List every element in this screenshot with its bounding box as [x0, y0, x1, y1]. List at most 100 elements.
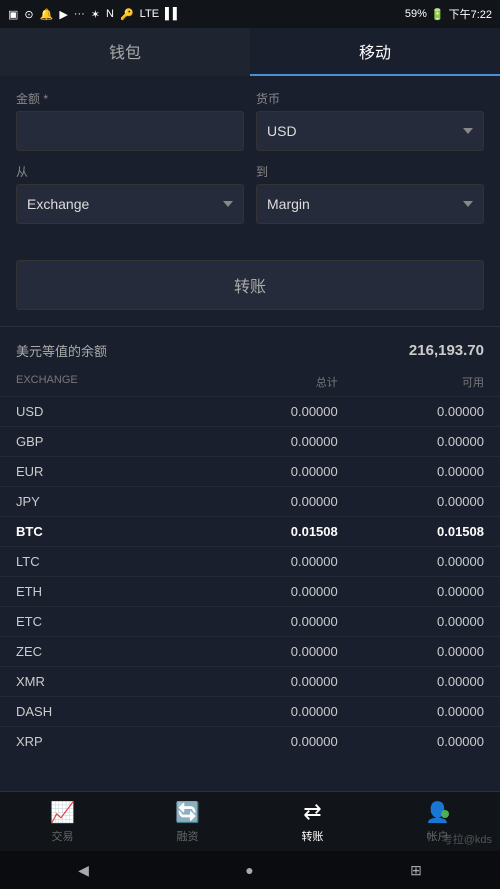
- home-button[interactable]: ●: [245, 862, 253, 878]
- battery-icon: 🔋: [431, 8, 445, 21]
- td-name: JPY: [16, 494, 192, 509]
- td-name: XRP: [16, 734, 192, 749]
- td-total: 0.00000: [192, 494, 338, 509]
- nav-finance-label: 融资: [177, 828, 199, 844]
- amount-input[interactable]: [27, 123, 233, 139]
- th-total: 总计: [192, 374, 338, 390]
- th-available: 可用: [338, 374, 484, 390]
- nav-transfer-label: 转账: [302, 828, 324, 844]
- status-right: 59% 🔋 下午7:22: [405, 6, 492, 22]
- key-icon: 🔑: [120, 8, 134, 21]
- td-available: 0.01508: [338, 524, 484, 539]
- account-dot: [441, 810, 449, 818]
- table-row: JPY 0.00000 0.00000: [0, 486, 500, 516]
- td-name: EUR: [16, 464, 192, 479]
- back-button[interactable]: ◀: [78, 862, 89, 879]
- from-label: 从: [16, 163, 244, 180]
- to-value: Margin: [267, 196, 463, 212]
- td-name: ETH: [16, 584, 192, 599]
- form-row-1: 金额 * 货币 USD: [16, 90, 484, 151]
- nav-transfer[interactable]: ⇄ 转账: [250, 792, 375, 851]
- bt-icon: ✶: [91, 8, 100, 21]
- amount-label: 金额 *: [16, 90, 244, 107]
- table-row: DASH 0.00000 0.00000: [0, 696, 500, 726]
- tab-wallet[interactable]: 钱包: [0, 28, 250, 76]
- nfc-icon: N: [106, 8, 114, 20]
- transfer-button[interactable]: 转账: [16, 260, 484, 310]
- time-display: 下午7:22: [449, 6, 492, 22]
- to-select[interactable]: Margin: [256, 184, 484, 224]
- table-row: XRP 0.00000 0.00000: [0, 726, 500, 756]
- currency-label: 货币: [256, 90, 484, 107]
- table-row: LTC 0.00000 0.00000: [0, 546, 500, 576]
- dots-icon: ···: [74, 8, 85, 20]
- td-total: 0.01508: [192, 524, 338, 539]
- amount-input-wrapper[interactable]: [16, 111, 244, 151]
- from-value: Exchange: [27, 196, 223, 212]
- status-bar: ▣ ⊙ 🔔 ▶ ··· ✶ N 🔑 LTE ▌▌ 59% 🔋 下午7:22: [0, 0, 500, 28]
- td-total: 0.00000: [192, 434, 338, 449]
- td-total: 0.00000: [192, 734, 338, 749]
- watermark: 考拉@kds: [442, 831, 492, 847]
- td-available: 0.00000: [338, 434, 484, 449]
- nav-trade-label: 交易: [52, 828, 74, 844]
- balance-label: 美元等值的余额: [16, 341, 107, 360]
- lte-icon: LTE: [140, 8, 159, 20]
- recents-button[interactable]: ⊞: [410, 862, 422, 879]
- table-row: BTC 0.01508 0.01508: [0, 516, 500, 546]
- td-name: BTC: [16, 524, 192, 539]
- from-chevron-icon: [223, 201, 233, 207]
- top-tabs: 钱包 移动: [0, 28, 500, 76]
- form-row-2: 从 Exchange 到 Margin: [16, 163, 484, 224]
- tab-move[interactable]: 移动: [250, 28, 500, 76]
- form-area: 金额 * 货币 USD 从 Exchange 到 Margin: [0, 76, 500, 250]
- td-available: 0.00000: [338, 464, 484, 479]
- td-available: 0.00000: [338, 734, 484, 749]
- td-available: 0.00000: [338, 614, 484, 629]
- td-available: 0.00000: [338, 644, 484, 659]
- transfer-btn-row: 转账: [0, 250, 500, 326]
- table-row: ZEC 0.00000 0.00000: [0, 636, 500, 666]
- table-row: EUR 0.00000 0.00000: [0, 456, 500, 486]
- table-row: GBP 0.00000 0.00000: [0, 426, 500, 456]
- table-body: USD 0.00000 0.00000 GBP 0.00000 0.00000 …: [0, 396, 500, 756]
- table-row: XMR 0.00000 0.00000: [0, 666, 500, 696]
- android-nav: ◀ ● ⊞: [0, 851, 500, 889]
- currency-group: 货币 USD: [256, 90, 484, 151]
- table-row: USD 0.00000 0.00000: [0, 396, 500, 426]
- td-available: 0.00000: [338, 494, 484, 509]
- table-row: ETH 0.00000 0.00000: [0, 576, 500, 606]
- to-group: 到 Margin: [256, 163, 484, 224]
- td-total: 0.00000: [192, 614, 338, 629]
- to-chevron-icon: [463, 201, 473, 207]
- td-available: 0.00000: [338, 674, 484, 689]
- to-label: 到: [256, 163, 484, 180]
- bottom-nav: 📈 交易 🔄 融资 ⇄ 转账 👤 帐户: [0, 791, 500, 851]
- td-available: 0.00000: [338, 404, 484, 419]
- play-icon: ▶: [59, 8, 67, 21]
- th-exchange: EXCHANGE: [16, 374, 192, 390]
- td-available: 0.00000: [338, 554, 484, 569]
- currency-select[interactable]: USD: [256, 111, 484, 151]
- nav-trade[interactable]: 📈 交易: [0, 792, 125, 851]
- sim-icon: ▣: [8, 8, 18, 21]
- td-name: XMR: [16, 674, 192, 689]
- bell-icon: 🔔: [40, 8, 54, 21]
- transfer-icon: ⇄: [303, 799, 321, 825]
- from-select[interactable]: Exchange: [16, 184, 244, 224]
- td-available: 0.00000: [338, 704, 484, 719]
- table-row: ETC 0.00000 0.00000: [0, 606, 500, 636]
- td-total: 0.00000: [192, 584, 338, 599]
- td-total: 0.00000: [192, 674, 338, 689]
- td-available: 0.00000: [338, 584, 484, 599]
- td-total: 0.00000: [192, 554, 338, 569]
- nav-finance[interactable]: 🔄 融资: [125, 792, 250, 851]
- td-total: 0.00000: [192, 464, 338, 479]
- td-name: ETC: [16, 614, 192, 629]
- td-total: 0.00000: [192, 404, 338, 419]
- g-icon: ⊙: [24, 8, 33, 21]
- finance-icon: 🔄: [175, 800, 200, 825]
- battery-pct: 59%: [405, 8, 427, 20]
- from-group: 从 Exchange: [16, 163, 244, 224]
- currency-value: USD: [267, 123, 463, 139]
